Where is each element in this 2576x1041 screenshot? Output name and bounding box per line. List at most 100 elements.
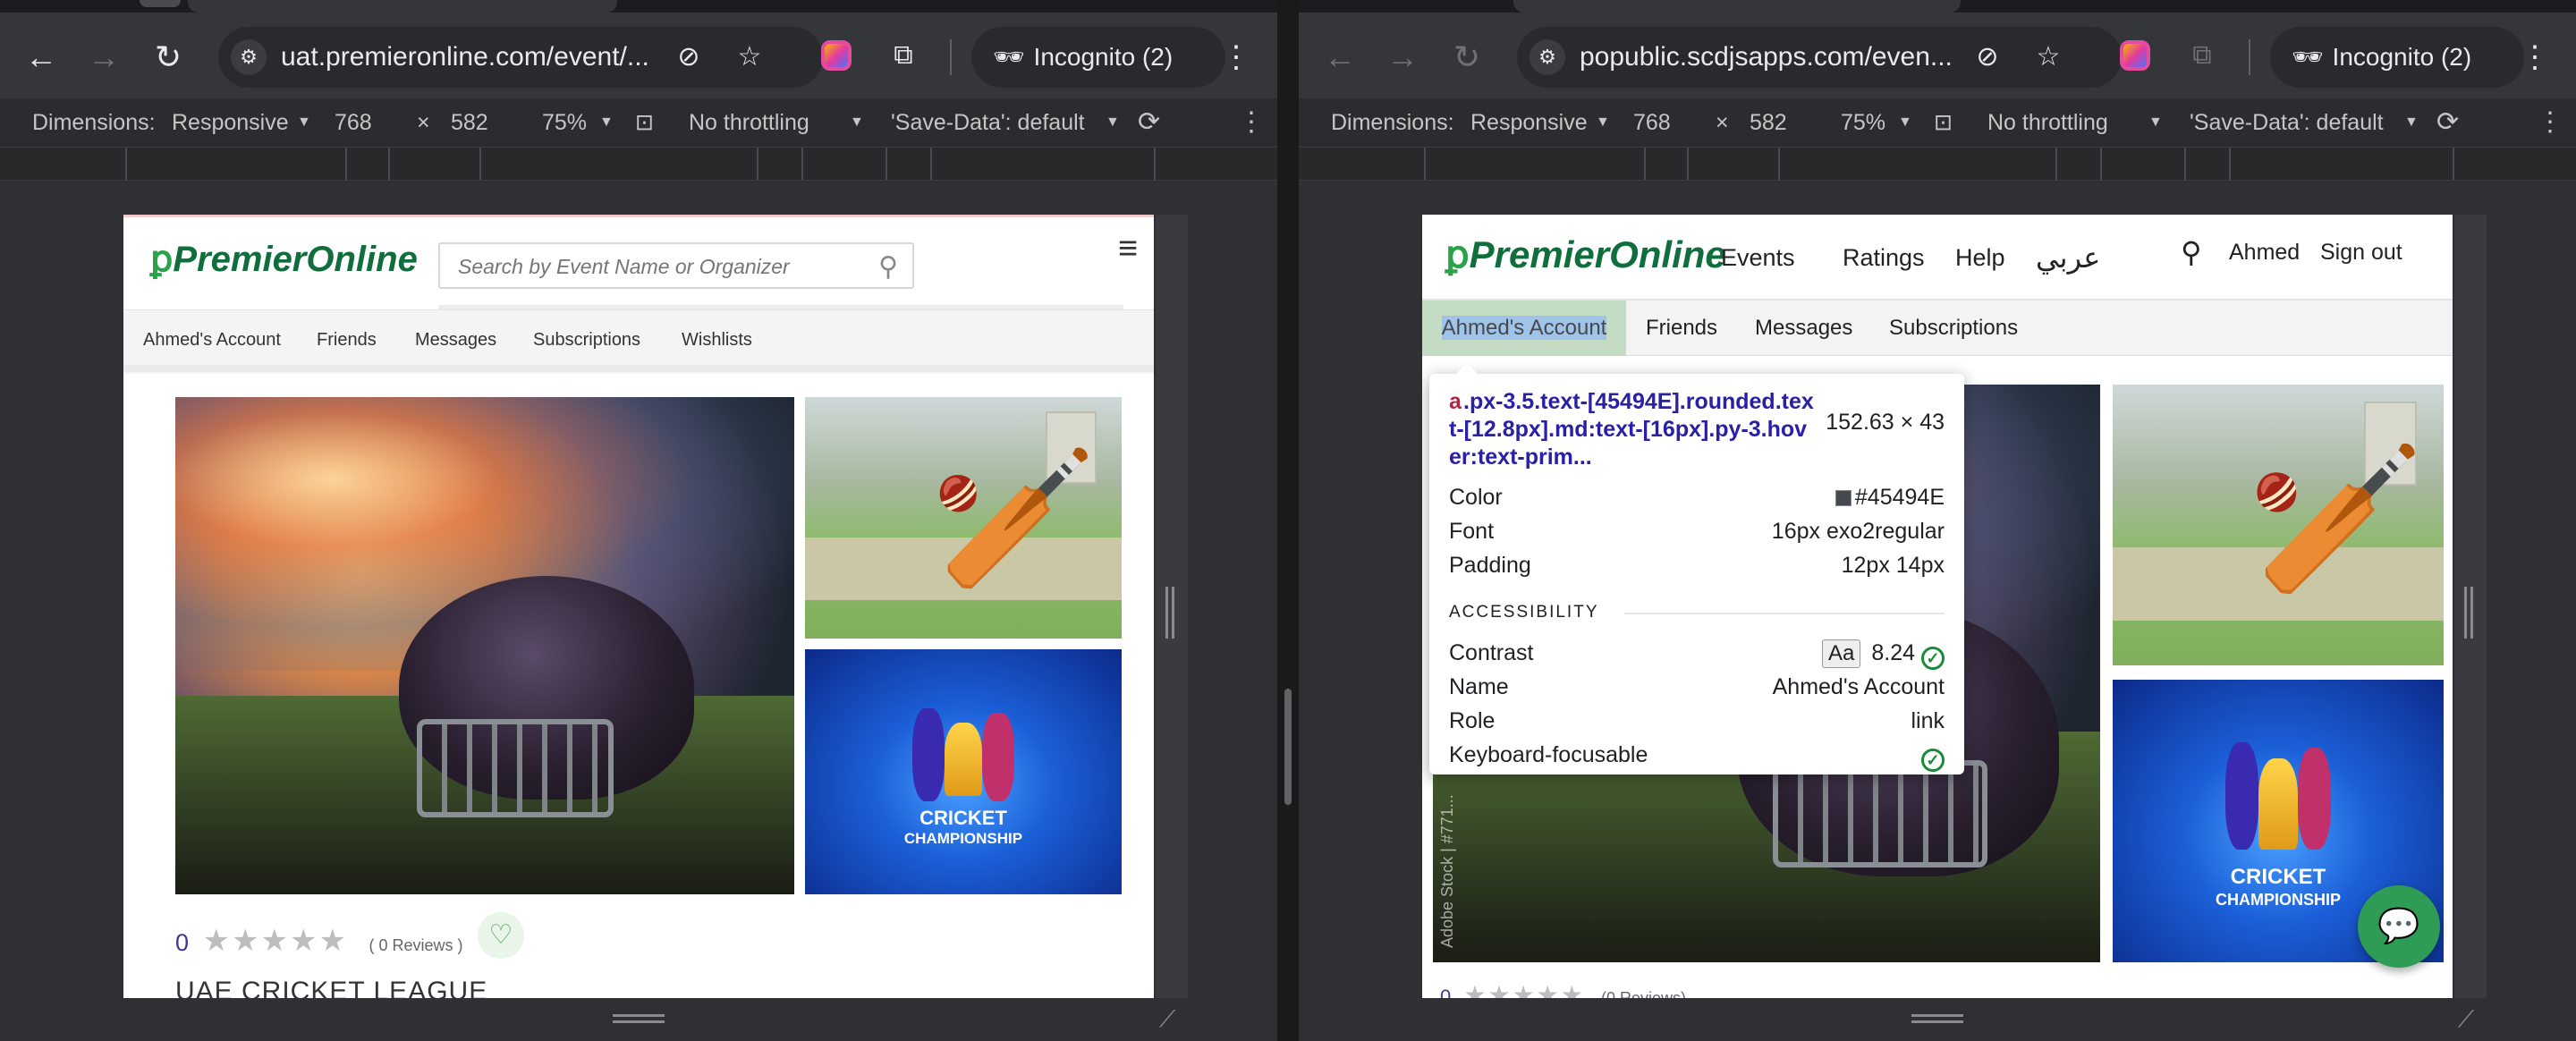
chevron-down-icon[interactable]: ▼ [2148,98,2163,147]
subnav-friends[interactable]: Friends [1646,300,1717,356]
subnav-messages[interactable]: Messages [1755,300,1852,356]
event-thumb-championship[interactable]: CRICKET CHAMPIONSHIP [805,649,1122,894]
responsive-select[interactable]: Responsive [172,98,289,147]
times-label: × [417,110,430,135]
zoom-select[interactable]: 75% [542,98,587,147]
star-icon[interactable]: ☆ [2030,39,2066,75]
site-logo[interactable]: ꝑPremierOnline [1445,233,1726,276]
search-icon[interactable]: ⚲ [878,251,898,283]
zoom-select[interactable]: 75% [1841,98,1885,147]
nav-ratings[interactable]: Ratings [1843,215,1925,313]
throttling-select[interactable]: No throttling [1987,98,2108,147]
device-frame-icon[interactable]: ⊡ [635,98,654,147]
subnav-friends[interactable]: Friends [317,310,377,369]
reload-icon[interactable]: ↻ [141,30,195,84]
nav-events[interactable]: Events [1721,215,1795,313]
subnav-subscriptions[interactable]: Subscriptions [533,310,640,369]
reviews-count[interactable]: (0 Reviews) [1601,989,1686,998]
color-extension-icon[interactable] [2120,40,2150,71]
window-divider[interactable] [1277,0,1299,1041]
height-input[interactable]: 582 [451,98,488,147]
chevron-down-icon[interactable]: ▼ [599,98,614,147]
event-thumb-batsman[interactable]: 🏏 [805,397,1122,639]
event-thumb-batsman[interactable]: 🏏 [2113,385,2444,665]
hamburger-icon[interactable]: ≡ [1118,230,1138,268]
more-vert-icon[interactable]: ⋮ [2517,30,2553,84]
rating-stars[interactable]: ★★★★★ [203,924,348,958]
search-icon[interactable]: ⚲ [2181,215,2201,308]
active-tab[interactable] [1513,0,1961,13]
bottom-resize-handle[interactable] [613,1014,665,1023]
chevron-down-icon[interactable]: ▼ [2404,98,2419,147]
rating-stars[interactable]: ★★★★★ [1463,981,1585,998]
url-text[interactable]: popublic.scdjsapps.com/even... [1580,27,1953,88]
tune-icon[interactable]: ⚙ [1530,39,1565,75]
chevron-down-icon[interactable]: ▼ [1898,98,1912,147]
right-resize-handle[interactable] [1165,587,1174,639]
subnav-wishlists[interactable]: Wishlists [682,310,752,369]
width-input[interactable]: 768 [1633,98,1671,147]
search-box[interactable]: ⚲ [438,242,914,289]
sign-out-link[interactable]: Sign out [2320,215,2402,308]
chevron-down-icon[interactable]: ▼ [297,98,311,147]
site-logo[interactable]: ꝑPremierOnline [150,239,418,280]
media-query-ruler[interactable] [1299,147,2576,181]
tune-icon[interactable]: ⚙ [231,39,267,75]
color-extension-icon[interactable] [821,40,852,71]
subnav-ahmeds-account[interactable]: Ahmed's Account [1422,300,1626,356]
bottom-resize-handle[interactable] [1911,1014,1963,1023]
reload-icon[interactable]: ↻ [1440,30,1494,84]
url-text[interactable]: uat.premieronline.com/event/... [281,27,649,88]
chevron-down-icon[interactable]: ▼ [1596,98,1610,147]
device-frame-icon[interactable]: ⊡ [1934,98,1953,147]
puzzle-icon[interactable]: ⧉ [2184,38,2220,73]
incognito-badge[interactable]: 🕶 Incognito (2) [2270,27,2524,88]
subnav-ahmeds-account[interactable]: Ahmed's Account [143,310,281,369]
color-value: #45494E [1854,485,1945,510]
responsive-select[interactable]: Responsive [1470,98,1588,147]
subnav-subscriptions[interactable]: Subscriptions [1889,300,2018,356]
incognito-label: Incognito (2) [2332,43,2472,71]
event-main-image[interactable] [175,397,794,894]
incognito-icon: 🕶 [993,43,1025,71]
rating-row: 0 ★★★★★ (0 Reviews) [1440,980,1686,998]
right-resize-handle[interactable] [2464,587,2473,639]
heart-icon[interactable]: ♡ [478,912,524,959]
eye-off-icon[interactable]: ⊘ [671,39,707,75]
reviews-count[interactable]: ( 0 Reviews ) [369,936,462,954]
eye-off-icon[interactable]: ⊘ [1970,39,2005,75]
throttling-select[interactable]: No throttling [689,98,809,147]
forward-arrow-icon[interactable]: → [77,30,131,84]
nav-arabic[interactable]: عربي [2036,215,2100,313]
search-input[interactable] [458,253,852,280]
back-arrow-icon[interactable]: ← [1313,30,1367,84]
star-icon[interactable]: ☆ [732,39,767,75]
chat-icon[interactable]: 💬 [2358,885,2440,968]
active-tab[interactable] [188,0,617,13]
height-input[interactable]: 582 [1750,98,1787,147]
back-arrow-icon[interactable]: ← [14,30,68,84]
puzzle-icon[interactable]: ⧉ [886,38,921,73]
incognito-badge[interactable]: 🕶 Incognito (2) [971,27,1225,88]
tab-close-icon[interactable] [140,0,181,7]
save-data-select[interactable]: 'Save-Data': default [891,98,1085,147]
chevron-down-icon[interactable]: ▼ [850,98,864,147]
more-vert-icon[interactable]: ⋮ [2537,98,2563,147]
user-name[interactable]: Ahmed [2229,215,2300,308]
corner-resize-icon[interactable]: ⟋ [1159,1007,1179,1030]
forward-arrow-icon[interactable]: → [1376,30,1429,84]
subnav-messages[interactable]: Messages [415,310,496,369]
name-label: Name [1449,674,1509,699]
save-data-select[interactable]: 'Save-Data': default [2190,98,2384,147]
nav-help[interactable]: Help [1955,215,2005,313]
width-input[interactable]: 768 [335,98,372,147]
corner-resize-icon[interactable]: ⟋ [2458,1007,2478,1030]
chevron-down-icon[interactable]: ▼ [1106,98,1120,147]
address-bar[interactable]: ⚙ uat.premieronline.com/event/... ⊘ ☆ [218,27,823,88]
rotate-icon[interactable]: ⟳ [2436,98,2459,147]
more-vert-icon[interactable]: ⋮ [1218,30,1254,84]
media-query-ruler[interactable] [0,147,1277,181]
rotate-icon[interactable]: ⟳ [1138,98,1160,147]
more-vert-icon[interactable]: ⋮ [1238,98,1265,147]
address-bar[interactable]: ⚙ popublic.scdjsapps.com/even... ⊘ ☆ [1517,27,2122,88]
